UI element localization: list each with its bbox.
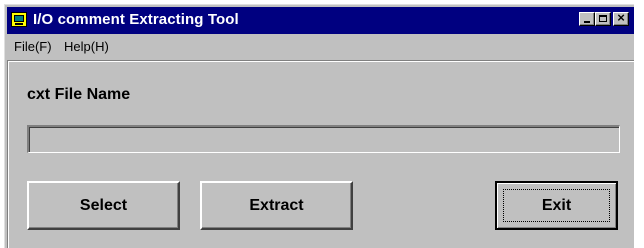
select-button-label: Select (79, 196, 128, 214)
menu-file[interactable]: File(F) (14, 39, 52, 54)
monitor-screen-shape (14, 15, 24, 22)
maximize-button[interactable] (595, 12, 611, 26)
menu-help[interactable]: Help(H) (64, 39, 109, 54)
exit-button-label: Exit (541, 196, 572, 214)
minimize-icon (584, 21, 590, 23)
monitor-base-shape (15, 23, 23, 25)
minimize-button[interactable] (579, 12, 595, 26)
close-icon: × (617, 10, 625, 25)
menu-bar: File(F) Help(H) (7, 36, 634, 58)
title-bar[interactable]: I/O comment Extracting Tool × (7, 7, 634, 34)
close-button[interactable]: × (613, 10, 629, 26)
client-area: cxt File Name Select Extract Exit (7, 60, 634, 248)
app-window: I/O comment Extracting Tool × File(F) He… (4, 4, 634, 248)
extract-button-label: Extract (249, 196, 304, 214)
window-title: I/O comment Extracting Tool (33, 11, 239, 28)
extract-button[interactable]: Extract (200, 181, 353, 230)
exit-button[interactable]: Exit (495, 181, 618, 230)
select-button[interactable]: Select (27, 181, 180, 230)
maximize-icon (599, 15, 607, 22)
file-name-label: cxt File Name (27, 86, 131, 103)
monitor-app-icon[interactable] (11, 12, 27, 27)
file-name-field[interactable] (27, 125, 620, 153)
